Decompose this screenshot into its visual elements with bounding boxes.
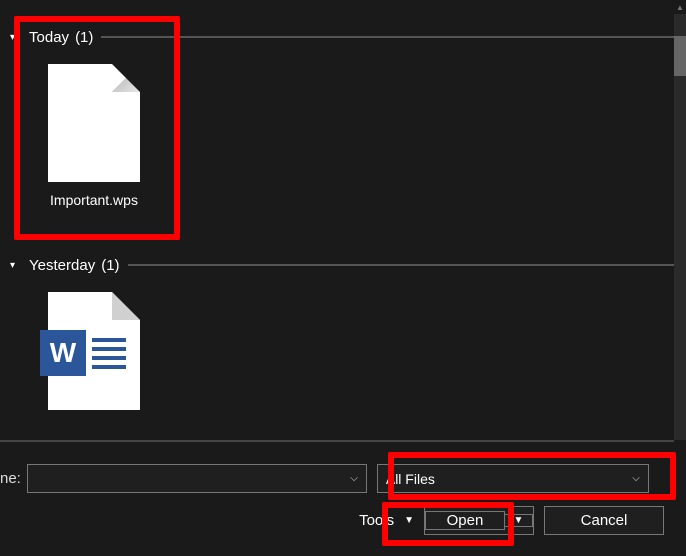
group-header[interactable]: ▾ Today (1)	[4, 22, 674, 52]
triangle-down-icon: ▼	[404, 515, 414, 526]
group-today: ▾ Today (1) Important.wps	[4, 22, 674, 208]
filename-label: ne:	[0, 470, 21, 487]
tools-menu[interactable]: Tools ▼	[359, 512, 414, 529]
file-list-area: ▾ Today (1) Important.wps ▾ Yesterday (1…	[0, 0, 674, 440]
document-icon	[48, 64, 140, 182]
group-rule	[128, 264, 674, 266]
group-header[interactable]: ▾ Yesterday (1)	[4, 250, 674, 280]
group-yesterday: ▾ Yesterday (1) W	[4, 250, 674, 420]
open-button-dropdown[interactable]: ▼	[505, 514, 533, 527]
open-button[interactable]: Open ▼	[424, 506, 534, 535]
file-name: Important.wps	[34, 192, 154, 208]
scroll-up-arrow[interactable]: ▲	[674, 0, 686, 14]
group-label: Yesterday	[15, 257, 99, 274]
group-label: Today	[15, 29, 73, 46]
scrollbar-thumb[interactable]	[674, 36, 686, 76]
chevron-down-icon: ⌵	[350, 473, 358, 484]
tools-label: Tools	[359, 512, 394, 529]
group-count: (1)	[75, 29, 93, 46]
chevron-down-icon: ⌵	[632, 473, 640, 484]
file-item-important-wps[interactable]: Important.wps	[34, 64, 154, 208]
open-button-main[interactable]: Open	[425, 511, 505, 530]
file-type-filter[interactable]: All Files ⌵	[377, 464, 649, 493]
word-document-icon: W	[48, 292, 140, 410]
separator	[0, 440, 674, 442]
group-count: (1)	[101, 257, 119, 274]
file-item-word-doc[interactable]: W	[34, 292, 154, 420]
filter-value: All Files	[386, 471, 435, 487]
cancel-button[interactable]: Cancel	[544, 506, 664, 535]
group-rule	[101, 36, 674, 38]
dialog-footer: ne: ⌵ All Files ⌵ Tools ▼ Open ▼ Cancel	[0, 444, 674, 556]
filename-input[interactable]: ⌵	[27, 464, 367, 493]
